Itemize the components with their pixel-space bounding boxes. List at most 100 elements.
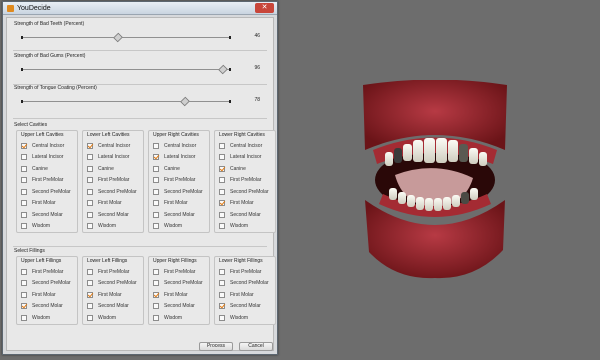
checkbox-row[interactable]: Second PreMolar	[149, 278, 209, 290]
checkbox[interactable]	[21, 223, 27, 230]
checkbox-row[interactable]: First Molar	[17, 289, 77, 301]
checkbox[interactable]	[87, 280, 93, 287]
checkbox[interactable]	[153, 177, 159, 184]
checkbox[interactable]	[153, 303, 159, 310]
slider-track[interactable]	[21, 64, 231, 75]
checkbox[interactable]	[87, 303, 93, 310]
checkbox-row[interactable]: Second Molar	[83, 209, 143, 221]
checkbox[interactable]	[87, 165, 93, 172]
checkbox-row[interactable]: Central Incisor	[83, 140, 143, 152]
checkbox[interactable]	[153, 200, 159, 207]
checkbox[interactable]	[153, 188, 159, 195]
checkbox[interactable]	[21, 314, 27, 321]
checkbox-row[interactable]: First Molar	[149, 289, 209, 301]
checkbox-row[interactable]: Wisdom	[149, 221, 209, 233]
checkbox[interactable]	[87, 211, 93, 218]
checkbox[interactable]	[21, 165, 27, 172]
checkbox-row[interactable]: First Molar	[17, 198, 77, 210]
checkbox[interactable]	[87, 314, 93, 321]
process-button[interactable]: Process	[199, 342, 233, 351]
slider-thumb[interactable]	[179, 96, 190, 107]
checkbox-row[interactable]: First PreMolar	[215, 175, 275, 187]
checkbox[interactable]	[87, 200, 93, 207]
checkbox[interactable]	[87, 154, 93, 161]
checkbox-row[interactable]: Wisdom	[83, 221, 143, 233]
checkbox[interactable]	[153, 291, 159, 298]
checkbox[interactable]	[219, 165, 225, 172]
title-bar[interactable]: YouDecide ✕	[3, 2, 277, 15]
checkbox-row[interactable]: First Molar	[83, 198, 143, 210]
checkbox-row[interactable]: First Molar	[215, 198, 275, 210]
checkbox[interactable]	[219, 142, 225, 149]
checkbox[interactable]	[219, 268, 225, 275]
checkbox[interactable]	[153, 223, 159, 230]
checkbox-row[interactable]: First PreMolar	[17, 175, 77, 187]
checkbox-row[interactable]: Lateral Incisor	[17, 152, 77, 164]
checkbox-row[interactable]: First PreMolar	[215, 266, 275, 278]
checkbox-row[interactable]: Canine	[215, 163, 275, 175]
checkbox[interactable]	[153, 142, 159, 149]
checkbox[interactable]	[219, 314, 225, 321]
checkbox[interactable]	[21, 188, 27, 195]
checkbox-row[interactable]: Second PreMolar	[83, 186, 143, 198]
checkbox-row[interactable]: Second Molar	[83, 301, 143, 313]
checkbox[interactable]	[21, 268, 27, 275]
checkbox-row[interactable]: Second Molar	[215, 209, 275, 221]
checkbox-row[interactable]: Lateral Incisor	[215, 152, 275, 164]
checkbox-row[interactable]: Second PreMolar	[83, 278, 143, 290]
checkbox[interactable]	[219, 280, 225, 287]
checkbox[interactable]	[87, 291, 93, 298]
checkbox-row[interactable]: Second Molar	[149, 209, 209, 221]
checkbox-row[interactable]: Wisdom	[17, 221, 77, 233]
checkbox-row[interactable]: Wisdom	[17, 312, 77, 324]
checkbox-row[interactable]: Second Molar	[215, 301, 275, 313]
checkbox[interactable]	[219, 291, 225, 298]
mouth-model[interactable]	[355, 79, 515, 280]
checkbox[interactable]	[21, 177, 27, 184]
checkbox-row[interactable]: Central Incisor	[17, 140, 77, 152]
checkbox[interactable]	[87, 268, 93, 275]
slider-track[interactable]	[21, 96, 231, 107]
checkbox[interactable]	[21, 280, 27, 287]
checkbox[interactable]	[87, 177, 93, 184]
checkbox-row[interactable]: Wisdom	[215, 221, 275, 233]
checkbox[interactable]	[21, 142, 27, 149]
checkbox-row[interactable]: Wisdom	[83, 312, 143, 324]
checkbox-row[interactable]: First PreMolar	[149, 175, 209, 187]
checkbox[interactable]	[153, 280, 159, 287]
checkbox-row[interactable]: Canine	[17, 163, 77, 175]
checkbox-row[interactable]: Wisdom	[149, 312, 209, 324]
checkbox[interactable]	[219, 200, 225, 207]
checkbox[interactable]	[87, 188, 93, 195]
checkbox-row[interactable]: First PreMolar	[17, 266, 77, 278]
slider-thumb[interactable]	[217, 64, 228, 75]
slider-track[interactable]	[21, 32, 231, 43]
checkbox-row[interactable]: Second PreMolar	[215, 186, 275, 198]
checkbox[interactable]	[219, 188, 225, 195]
checkbox-row[interactable]: Second PreMolar	[215, 278, 275, 290]
checkbox-row[interactable]: Central Incisor	[215, 140, 275, 152]
checkbox-row[interactable]: First PreMolar	[83, 266, 143, 278]
checkbox-row[interactable]: First Molar	[149, 198, 209, 210]
checkbox-row[interactable]: First Molar	[215, 289, 275, 301]
checkbox-row[interactable]: First PreMolar	[149, 266, 209, 278]
checkbox[interactable]	[219, 177, 225, 184]
checkbox-row[interactable]: Second PreMolar	[17, 186, 77, 198]
checkbox[interactable]	[21, 291, 27, 298]
checkbox[interactable]	[21, 211, 27, 218]
checkbox-row[interactable]: Second Molar	[17, 209, 77, 221]
checkbox[interactable]	[219, 211, 225, 218]
checkbox[interactable]	[219, 303, 225, 310]
close-button[interactable]: ✕	[255, 3, 274, 13]
checkbox[interactable]	[153, 211, 159, 218]
slider-thumb[interactable]	[112, 32, 123, 43]
checkbox[interactable]	[219, 154, 225, 161]
checkbox-row[interactable]: Canine	[83, 163, 143, 175]
checkbox[interactable]	[219, 223, 225, 230]
checkbox-row[interactable]: Canine	[149, 163, 209, 175]
checkbox[interactable]	[153, 165, 159, 172]
checkbox[interactable]	[87, 142, 93, 149]
checkbox-row[interactable]: Second Molar	[17, 301, 77, 313]
checkbox-row[interactable]: Lateral Incisor	[149, 152, 209, 164]
checkbox[interactable]	[153, 268, 159, 275]
